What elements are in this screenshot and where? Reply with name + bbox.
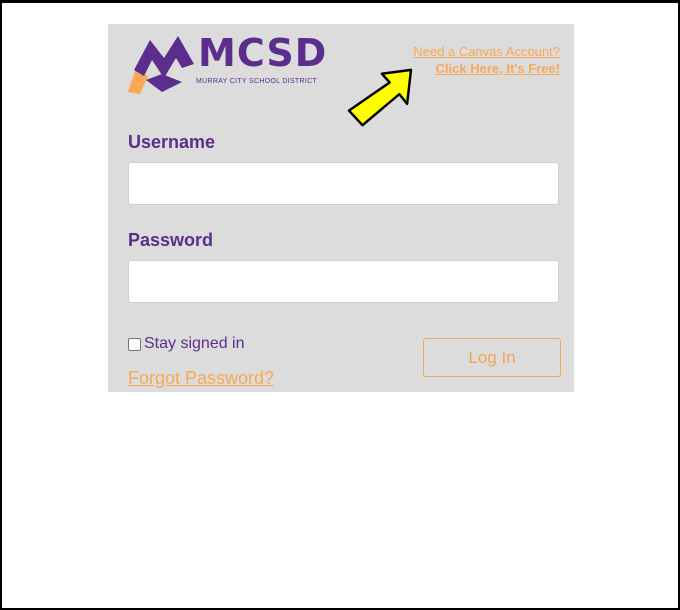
username-label: Username xyxy=(128,132,216,152)
stay-signed-in: Stay signed in xyxy=(128,335,245,353)
pointer-arrow-icon xyxy=(347,68,413,127)
forgot-password-link[interactable]: Forgot Password? xyxy=(128,368,274,389)
district-logo: MCSD MURRAY CITY SCHOOL DISTRICT xyxy=(126,30,326,96)
logo-subtitle: MURRAY CITY SCHOOL DISTRICT xyxy=(196,78,318,85)
stay-signed-in-checkbox[interactable] xyxy=(128,337,141,351)
logo-wordmark: MCSD xyxy=(198,31,328,75)
password-label: Password xyxy=(128,230,214,250)
username-input[interactable] xyxy=(128,162,559,205)
login-card: MCSD MURRAY CITY SCHOOL DISTRICT Need a … xyxy=(108,24,574,392)
stay-signed-in-label: Stay signed in xyxy=(144,335,245,352)
account-promo: Need a Canvas Account? Click Here, It's … xyxy=(413,43,560,77)
mcsd-m-mark-icon xyxy=(128,36,194,94)
click-here-link[interactable]: Click Here, It's Free! xyxy=(413,60,560,77)
need-account-link[interactable]: Need a Canvas Account? xyxy=(413,43,560,60)
login-button[interactable]: Log In xyxy=(423,338,561,377)
password-input[interactable] xyxy=(128,260,559,303)
